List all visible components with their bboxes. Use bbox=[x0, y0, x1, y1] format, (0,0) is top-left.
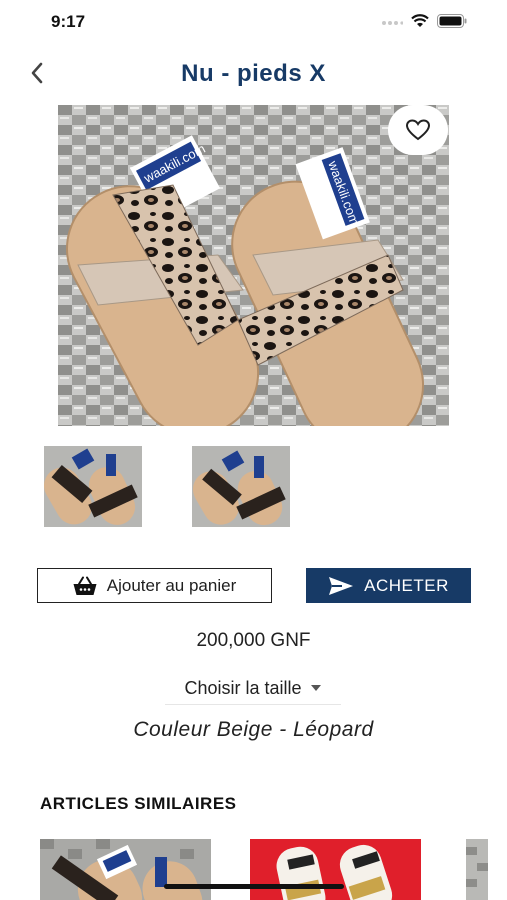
size-select-label: Choisir la taille bbox=[184, 677, 302, 698]
product-main-image[interactable]: waakili.com waakili.com bbox=[58, 105, 449, 426]
product-thumbnail-1[interactable] bbox=[44, 446, 142, 527]
signal-icon bbox=[382, 21, 403, 25]
wifi-icon bbox=[411, 14, 429, 27]
product-thumbnail-2[interactable] bbox=[192, 446, 290, 527]
status-bar: 9:17 bbox=[0, 0, 507, 44]
product-color: Couleur Beige - Léopard bbox=[133, 718, 374, 741]
buy-button[interactable]: ACHETER bbox=[306, 568, 471, 603]
similar-articles-title: ARTICLES SIMILAIRES bbox=[40, 794, 237, 813]
basket-icon bbox=[73, 576, 97, 595]
battery-icon bbox=[437, 14, 467, 28]
add-to-cart-button[interactable]: Ajouter au panier bbox=[37, 568, 272, 603]
product-price: 200,000 GNF bbox=[196, 630, 311, 651]
add-to-cart-label: Ajouter au panier bbox=[106, 575, 237, 595]
nav-bar: Nu - pieds X bbox=[0, 50, 507, 96]
similar-item-1[interactable] bbox=[40, 839, 211, 900]
similar-item-2[interactable] bbox=[250, 839, 421, 900]
size-select[interactable]: Choisir la taille bbox=[165, 672, 341, 705]
send-icon bbox=[329, 576, 354, 595]
buy-label: ACHETER bbox=[364, 575, 449, 595]
heart-icon bbox=[406, 119, 430, 141]
favorite-button[interactable] bbox=[388, 105, 448, 155]
caret-down-icon bbox=[310, 685, 321, 691]
similar-item-3[interactable] bbox=[466, 839, 507, 900]
status-icons bbox=[381, 14, 467, 28]
home-indicator[interactable] bbox=[164, 884, 344, 889]
page-title: Nu - pieds X bbox=[181, 60, 326, 87]
status-time: 9:17 bbox=[51, 12, 86, 31]
